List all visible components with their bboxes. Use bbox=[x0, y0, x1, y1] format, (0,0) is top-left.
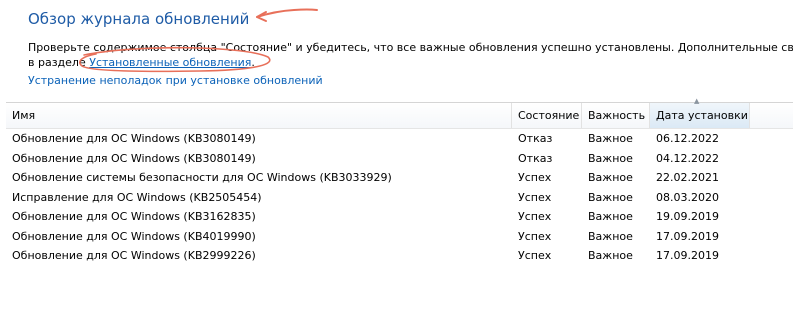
table-row[interactable]: Обновление системы безопасности для ОС W… bbox=[6, 168, 793, 188]
cell-importance: Важное bbox=[588, 249, 633, 262]
cell-install-date: 17.09.2019 bbox=[656, 229, 719, 243]
sort-ascending-icon: ▲ bbox=[694, 97, 700, 105]
cell-importance: Важное bbox=[588, 229, 633, 243]
cell-name: Обновление для ОС Windows (KB3080149) bbox=[12, 132, 256, 145]
cell-status: Успех bbox=[518, 210, 552, 223]
cell-status: Успех bbox=[518, 249, 552, 262]
column-header-filler bbox=[750, 103, 793, 128]
cell-status: Успех bbox=[518, 171, 552, 184]
table-row[interactable]: Обновление для ОС Windows (KB3162835) Усп… bbox=[6, 207, 793, 227]
column-header-name-label: Имя bbox=[12, 109, 36, 122]
table-row[interactable]: Обновление для ОС Windows (KB2999226) Усп… bbox=[6, 246, 793, 266]
table-row[interactable]: Обновление для ОС Windows (KB3080149) Отк… bbox=[6, 129, 793, 149]
cell-importance: Важное bbox=[588, 132, 633, 145]
cell-importance: Важное bbox=[588, 171, 633, 184]
cell-install-date: 04.12.2022 bbox=[656, 151, 719, 165]
troubleshoot-link[interactable]: Устранение неполадок при установке обнов… bbox=[28, 74, 323, 87]
table-row[interactable]: Исправление для ОС Windows (KB2505454) Ус… bbox=[6, 188, 793, 208]
cell-status: Успех bbox=[518, 229, 552, 243]
cell-name: Обновление для ОС Windows (KB4019990) bbox=[12, 229, 256, 243]
cell-name: Обновление для ОС Windows (KB3080149) bbox=[12, 151, 256, 165]
cell-name: Исправление для ОС Windows (KB2505454) bbox=[12, 190, 262, 204]
annotation-arrow bbox=[256, 8, 318, 18]
cell-importance: Важное bbox=[588, 190, 633, 204]
column-header-importance[interactable]: Важность bbox=[582, 103, 650, 128]
cell-name: Обновление системы безопасности для ОС W… bbox=[12, 171, 392, 184]
page-title: Обзор журнала обновлений bbox=[28, 10, 250, 28]
cell-status: Успех bbox=[518, 190, 552, 204]
column-header-install-date[interactable]: ▲ Дата установки bbox=[650, 97, 750, 128]
table-row[interactable]: Обновление для ОС Windows (KB4019990) Усп… bbox=[6, 227, 793, 247]
installed-updates-link[interactable]: Установленные обновления bbox=[89, 56, 251, 69]
cell-name: Обновление для ОС Windows (KB3162835) bbox=[12, 210, 256, 223]
cell-install-date: 06.12.2022 bbox=[656, 132, 719, 145]
cell-status: Отказ bbox=[518, 151, 553, 165]
annotation-arrow-head bbox=[256, 11, 267, 22]
table-body: Обновление для ОС Windows (KB3080149) Отк… bbox=[6, 129, 793, 266]
cell-name: Обновление для ОС Windows (KB2999226) bbox=[12, 249, 256, 262]
column-header-status[interactable]: Состояние bbox=[512, 103, 582, 128]
column-header-name[interactable]: Имя bbox=[6, 103, 512, 128]
cell-install-date: 19.09.2019 bbox=[656, 210, 719, 223]
cell-importance: Важное bbox=[588, 210, 633, 223]
cell-install-date: 17.09.2019 bbox=[656, 249, 719, 262]
table-header: Имя Состояние Важность ▲ Дата установки bbox=[6, 97, 793, 129]
description-suffix: . bbox=[251, 56, 255, 69]
cell-importance: Важное bbox=[588, 151, 633, 165]
description-prefix: в разделе bbox=[28, 56, 90, 69]
update-history-table: Имя Состояние Важность ▲ Дата установки … bbox=[6, 97, 793, 309]
description-line-1: Проверьте содержимое столбца "Состояние"… bbox=[28, 41, 793, 54]
description: Проверьте содержимое столбца "Состояние"… bbox=[28, 40, 793, 70]
cell-install-date: 22.02.2021 bbox=[656, 171, 719, 184]
table-row[interactable]: Обновление для ОС Windows (KB3080149) Отк… bbox=[6, 149, 793, 169]
cell-status: Отказ bbox=[518, 132, 553, 145]
column-header-install-date-label: Дата установки bbox=[656, 109, 748, 122]
column-header-status-label: Состояние bbox=[518, 109, 580, 122]
cell-install-date: 08.03.2020 bbox=[656, 190, 719, 204]
description-line-2: в разделе Установленные обновления. bbox=[28, 55, 793, 70]
column-header-importance-label: Важность bbox=[588, 109, 646, 122]
